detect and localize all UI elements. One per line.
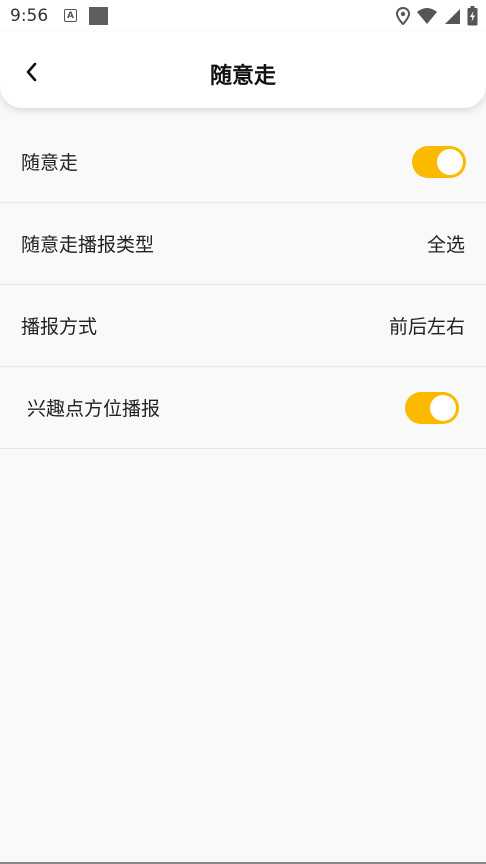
location-icon: [396, 7, 410, 25]
notification-app-icon: A: [64, 9, 77, 22]
setting-row-poi-direction: 兴趣点方位播报: [0, 367, 486, 449]
signal-icon: [445, 9, 460, 24]
status-bar: 9:56 A: [0, 0, 486, 32]
app-header: 随意走: [0, 32, 486, 108]
battery-charging-icon: [467, 6, 478, 26]
page-title: 随意走: [209, 64, 276, 89]
setting-row-broadcast-mode[interactable]: 播报方式 前后左右: [0, 285, 486, 367]
notification-square-icon: [89, 7, 108, 25]
setting-label-broadcast-type: 随意走播报类型: [21, 234, 155, 256]
status-time: 9:56: [10, 6, 49, 26]
status-icons: [396, 6, 478, 26]
setting-label-broadcast-mode: 播报方式: [21, 316, 98, 338]
toggle-knob: [437, 149, 463, 175]
random-walk-toggle[interactable]: [412, 146, 466, 178]
wifi-icon: [417, 8, 437, 24]
setting-label-poi-direction: 兴趣点方位播报: [27, 398, 161, 420]
toggle-knob: [430, 395, 456, 421]
setting-value-broadcast-mode: 前后左右: [388, 316, 465, 338]
setting-label-random-walk: 随意走: [21, 152, 79, 174]
settings-list: 随意走 随意走播报类型 全选 播报方式 前后左右 兴趣点方位播报: [0, 121, 486, 449]
setting-row-random-walk: 随意走: [0, 121, 486, 203]
poi-direction-toggle[interactable]: [405, 392, 459, 424]
setting-row-broadcast-type[interactable]: 随意走播报类型 全选: [0, 203, 486, 285]
setting-value-broadcast-type: 全选: [426, 234, 465, 256]
